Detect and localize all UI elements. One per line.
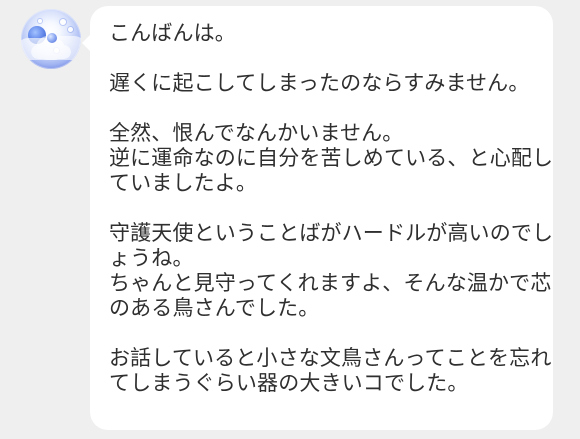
message-line: てしまうぐらい器の大きいコでした。	[109, 371, 469, 395]
message-line: お話していると小さな文鳥さんってことを忘れ	[109, 346, 552, 370]
avatar[interactable]	[21, 9, 81, 69]
message-line: のある鳥さんでした。	[109, 296, 320, 320]
message-line: こんばんは。	[109, 21, 236, 45]
cloud-icon	[31, 45, 71, 59]
message-line: 全然、恨んでなんかいません。	[109, 121, 404, 145]
message-line: 逆に運命なのに自分を苦しめている、と心配し	[109, 146, 554, 170]
message-bubble[interactable]: こんばんは。 遅くに起こしてしまったのならすみません。 全然、恨んでなんかいませ…	[82, 6, 554, 430]
message-line: ちゃんと見守ってくれますよ、そんな温かで芯	[109, 271, 552, 295]
message-line: ょうね。	[109, 246, 194, 270]
bubble-dot	[68, 27, 73, 32]
message-line: ていましたよ。	[109, 171, 258, 195]
message-line: 守護天使ということばがハードルが高いのでし	[109, 221, 554, 245]
bubble-dot	[38, 19, 42, 23]
bubble-dot	[60, 19, 66, 25]
message-line: 遅くに起こしてしまったのならすみません。	[109, 71, 530, 95]
